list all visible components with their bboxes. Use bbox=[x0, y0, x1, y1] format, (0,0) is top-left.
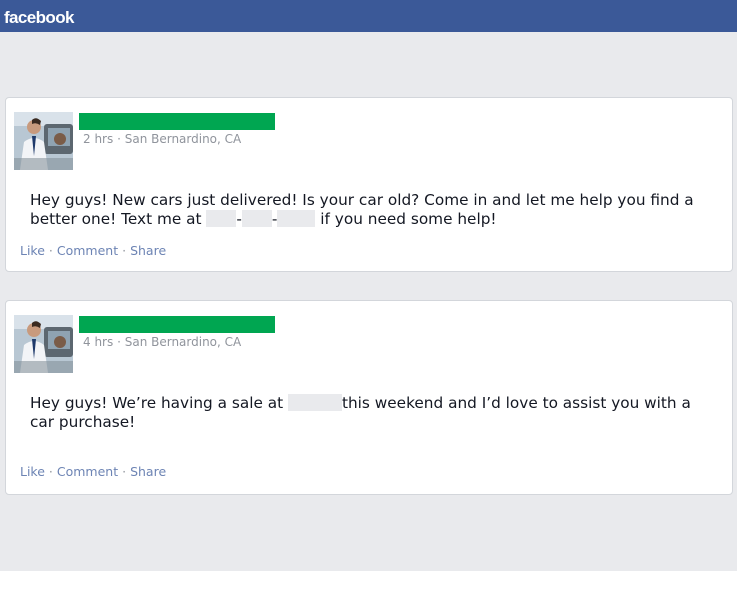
comment-link[interactable]: Comment bbox=[57, 243, 118, 258]
like-link[interactable]: Like bbox=[20, 464, 45, 479]
comment-link[interactable]: Comment bbox=[57, 464, 118, 479]
action-separator: · bbox=[48, 243, 53, 258]
post-time[interactable]: 2 hrs bbox=[83, 132, 113, 146]
action-separator: · bbox=[122, 243, 127, 258]
share-link[interactable]: Share bbox=[130, 464, 166, 479]
share-link[interactable]: Share bbox=[130, 243, 166, 258]
phone-redacted bbox=[241, 210, 272, 227]
post-meta: 2 hrs · San Bernardino, CA bbox=[83, 132, 241, 146]
action-separator: · bbox=[122, 464, 127, 479]
top-bar: facebook bbox=[0, 0, 737, 32]
post-location[interactable]: San Bernardino, CA bbox=[125, 132, 242, 146]
author-name-redacted[interactable] bbox=[79, 113, 275, 130]
meta-separator: · bbox=[117, 335, 125, 349]
avatar[interactable] bbox=[14, 112, 73, 170]
post-time[interactable]: 4 hrs bbox=[83, 335, 113, 349]
post-actions: Like · Comment · Share bbox=[20, 243, 166, 258]
store-name-redacted bbox=[287, 394, 342, 411]
author-name-redacted[interactable] bbox=[79, 316, 275, 333]
phone-redacted bbox=[277, 210, 316, 227]
post-meta: 4 hrs · San Bernardino, CA bbox=[83, 335, 241, 349]
avatar[interactable] bbox=[14, 315, 73, 373]
phone-redacted bbox=[206, 210, 237, 227]
post-actions: Like · Comment · Share bbox=[20, 464, 166, 479]
action-separator: · bbox=[48, 464, 53, 479]
feed-post: 2 hrs · San Bernardino, CA Hey guys! New… bbox=[5, 97, 733, 272]
meta-separator: · bbox=[117, 132, 125, 146]
feed-post: 4 hrs · San Bernardino, CA Hey guys! We’… bbox=[5, 300, 733, 495]
post-location[interactable]: San Bernardino, CA bbox=[125, 335, 242, 349]
post-text: Hey guys! New cars just delivered! Is yo… bbox=[30, 191, 694, 228]
post-text: Hey guys! We’re having a sale at this we… bbox=[30, 394, 691, 431]
like-link[interactable]: Like bbox=[20, 243, 45, 258]
facebook-logo[interactable]: facebook bbox=[4, 9, 74, 26]
